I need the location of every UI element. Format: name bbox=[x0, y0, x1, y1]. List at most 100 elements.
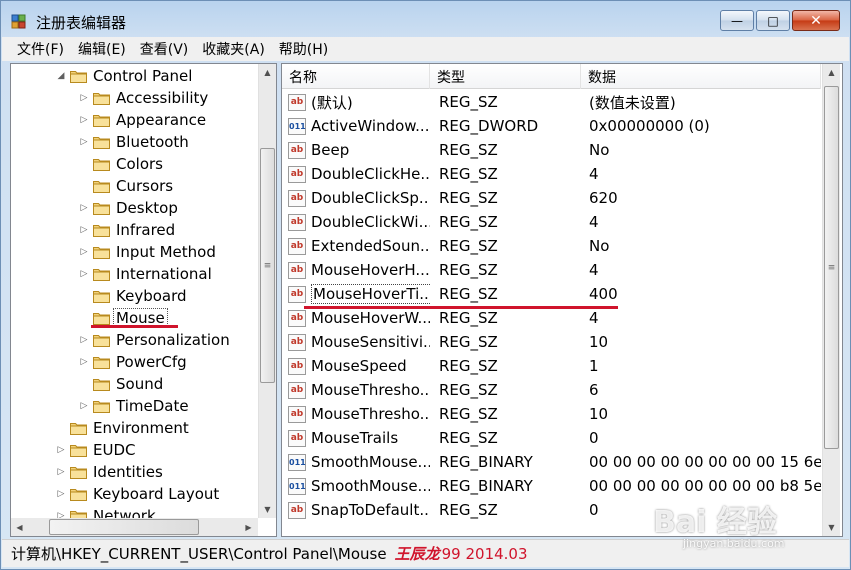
registry-value-row[interactable]: ab DoubleClickWi... REG_SZ 4 bbox=[282, 210, 821, 234]
string-value-icon: ab bbox=[288, 285, 306, 303]
tree-item[interactable]: ▷ Appearance bbox=[79, 109, 207, 131]
tree-item[interactable]: ▷ Bluetooth bbox=[79, 131, 189, 153]
registry-value-row[interactable]: ab MouseThresho... REG_SZ 10 bbox=[282, 402, 821, 426]
value-type: REG_SZ bbox=[439, 429, 498, 447]
expand-arrow-icon[interactable]: ▷ bbox=[79, 401, 89, 411]
list-scroll-up-button[interactable]: ▲ bbox=[823, 64, 840, 81]
value-name-cell: ab DoubleClickHe... bbox=[288, 162, 430, 186]
expand-arrow-icon[interactable]: ◢ bbox=[56, 71, 66, 81]
tree-item[interactable]: Sound bbox=[79, 373, 163, 395]
list-scroll-thumb[interactable]: ≡ bbox=[824, 86, 839, 449]
title-bar[interactable]: 注册表编辑器 — □ ✕ bbox=[1, 1, 850, 37]
expand-arrow-icon[interactable]: ▷ bbox=[79, 357, 89, 367]
registry-value-row[interactable]: ab Beep REG_SZ No bbox=[282, 138, 821, 162]
tree-scroll-up-button[interactable]: ▲ bbox=[259, 64, 276, 81]
registry-value-row[interactable]: ab (默认) REG_SZ (数值未设置) bbox=[282, 90, 821, 114]
tree-horizontal-thumb[interactable] bbox=[49, 519, 199, 535]
expand-arrow-icon[interactable]: ▷ bbox=[79, 137, 89, 147]
expand-arrow-icon[interactable]: ▷ bbox=[56, 489, 66, 499]
column-header-type[interactable]: 类型 bbox=[430, 64, 581, 89]
tree-scroll-left-button[interactable]: ◀ bbox=[11, 518, 28, 536]
tree-scroll-right-button[interactable]: ▶ bbox=[240, 518, 257, 536]
menu-view[interactable]: 查看(V) bbox=[133, 39, 196, 59]
tree-item[interactable]: ▷ International bbox=[79, 263, 212, 285]
tree-item[interactable]: ▷ Keyboard Layout bbox=[56, 483, 220, 505]
menu-bar: 文件(F) 编辑(E) 查看(V) 收藏夹(A) 帮助(H) bbox=[2, 37, 849, 61]
column-header-name[interactable]: 名称 bbox=[282, 64, 430, 89]
registry-value-row[interactable]: 011 SmoothMouse... REG_BINARY 00 00 00 00 0… bbox=[282, 450, 821, 474]
expand-arrow-icon[interactable]: ▷ bbox=[56, 467, 66, 477]
tree-item[interactable]: ▷ TimeDate bbox=[79, 395, 189, 417]
key-tree-pane[interactable]: ◢ Control Panel ▷ Accessibility ▷ Appearance ▷… bbox=[10, 63, 277, 537]
tree-item[interactable]: ▷ Accessibility bbox=[79, 87, 209, 109]
column-header-data[interactable]: 数据 bbox=[581, 64, 821, 89]
folder-icon bbox=[93, 201, 110, 215]
tree-item-label: Keyboard Layout bbox=[93, 485, 220, 503]
expand-arrow-icon[interactable]: ▷ bbox=[79, 93, 89, 103]
expand-arrow-icon[interactable]: ▷ bbox=[79, 269, 89, 279]
list-scroll-down-button[interactable]: ▼ bbox=[823, 519, 840, 536]
registry-value-row[interactable]: ab MouseTrails REG_SZ 0 bbox=[282, 426, 821, 450]
registry-value-row[interactable]: ab DoubleClickSp... REG_SZ 620 bbox=[282, 186, 821, 210]
value-type: REG_BINARY bbox=[439, 453, 533, 471]
minimize-button[interactable]: — bbox=[720, 10, 754, 31]
author-signature: 王辰龙 bbox=[394, 545, 440, 563]
tree-item[interactable]: ▷ Infrared bbox=[79, 219, 176, 241]
tree-item[interactable]: Colors bbox=[79, 153, 163, 175]
tree-scroll-down-button[interactable]: ▼ bbox=[259, 501, 276, 518]
tree-item[interactable]: Keyboard bbox=[79, 285, 187, 307]
folder-icon bbox=[93, 245, 110, 259]
tree-item[interactable]: ▷ Identities bbox=[56, 461, 163, 483]
menu-file[interactable]: 文件(F) bbox=[10, 39, 71, 59]
menu-favorites[interactable]: 收藏夹(A) bbox=[195, 39, 272, 59]
registry-value-row[interactable]: ab DoubleClickHe... REG_SZ 4 bbox=[282, 162, 821, 186]
expand-arrow-icon[interactable]: ▷ bbox=[79, 335, 89, 345]
expand-arrow-icon[interactable]: ▷ bbox=[56, 445, 66, 455]
registry-value-row[interactable]: ab MouseSensitivi... REG_SZ 10 bbox=[282, 330, 821, 354]
tree-item[interactable]: Environment bbox=[56, 417, 189, 439]
tree-item[interactable]: ▷ Desktop bbox=[79, 197, 178, 219]
expand-arrow-icon[interactable]: ▷ bbox=[79, 247, 89, 257]
value-list-pane[interactable]: 名称 类型 数据 ab (默认) REG_SZ (数值未设置) 011 ActiveWin… bbox=[281, 63, 843, 537]
value-name: MouseThresho... bbox=[311, 405, 430, 423]
tree-scroll-thumb[interactable]: ≡ bbox=[260, 148, 275, 383]
registry-value-row[interactable]: ab MouseHoverH... REG_SZ 4 bbox=[282, 258, 821, 282]
registry-value-row[interactable]: 011 SmoothMouse... REG_BINARY 00 00 00 00 0… bbox=[282, 474, 821, 498]
tree-item-label: Desktop bbox=[116, 199, 178, 217]
registry-value-row[interactable]: ab MouseHoverW... REG_SZ 4 bbox=[282, 306, 821, 330]
folder-icon bbox=[93, 267, 110, 281]
registry-value-row[interactable]: 011 ActiveWindow... REG_DWORD 0x00000000 (0… bbox=[282, 114, 821, 138]
tree-item[interactable]: ▷ EUDC bbox=[56, 439, 136, 461]
list-vertical-scrollbar[interactable]: ▲ ≡ ▼ bbox=[822, 64, 840, 536]
folder-icon bbox=[70, 487, 87, 501]
string-value-icon: ab bbox=[288, 141, 306, 159]
registry-value-row[interactable]: ab MouseSpeed REG_SZ 1 bbox=[282, 354, 821, 378]
expand-arrow-icon[interactable]: ▷ bbox=[79, 203, 89, 213]
minimize-icon: — bbox=[731, 13, 743, 28]
registry-value-row[interactable]: ab ExtendedSoun... REG_SZ No bbox=[282, 234, 821, 258]
tree-horizontal-scrollbar[interactable]: ◀ ▶ bbox=[11, 518, 258, 536]
tree-item-label: Control Panel bbox=[93, 67, 193, 85]
tree-item[interactable]: ▷ PowerCfg bbox=[79, 351, 187, 373]
value-data: 00 00 00 00 00 00 00 00 b8 5e 0 bbox=[589, 477, 821, 495]
registry-value-row[interactable]: ab MouseThresho... REG_SZ 6 bbox=[282, 378, 821, 402]
tree-item[interactable]: ▷ Input Method bbox=[79, 241, 216, 263]
tree-item[interactable]: Cursors bbox=[79, 175, 173, 197]
registry-value-row[interactable]: ab MouseHoverTi... REG_SZ 400 bbox=[282, 282, 821, 306]
string-value-icon: ab bbox=[288, 381, 306, 399]
scroll-down-icon: ▼ bbox=[264, 505, 271, 514]
scroll-up-icon: ▲ bbox=[264, 68, 271, 77]
expand-arrow-icon[interactable]: ▷ bbox=[79, 115, 89, 125]
registry-value-row[interactable]: ab SnapToDefault... REG_SZ 0 bbox=[282, 498, 821, 522]
tree-vertical-scrollbar[interactable]: ▲ ≡ ▼ bbox=[258, 64, 276, 518]
tree-item[interactable]: ◢ Control Panel bbox=[56, 65, 193, 87]
menu-edit[interactable]: 编辑(E) bbox=[71, 39, 133, 59]
maximize-button[interactable]: □ bbox=[756, 10, 790, 31]
value-type: REG_SZ bbox=[439, 309, 498, 327]
close-button[interactable]: ✕ bbox=[792, 10, 840, 31]
value-type: REG_SZ bbox=[439, 285, 498, 303]
expand-arrow-icon[interactable]: ▷ bbox=[79, 225, 89, 235]
tree-item[interactable]: ▷ Personalization bbox=[79, 329, 230, 351]
folder-icon bbox=[93, 157, 110, 171]
menu-help[interactable]: 帮助(H) bbox=[272, 39, 335, 59]
